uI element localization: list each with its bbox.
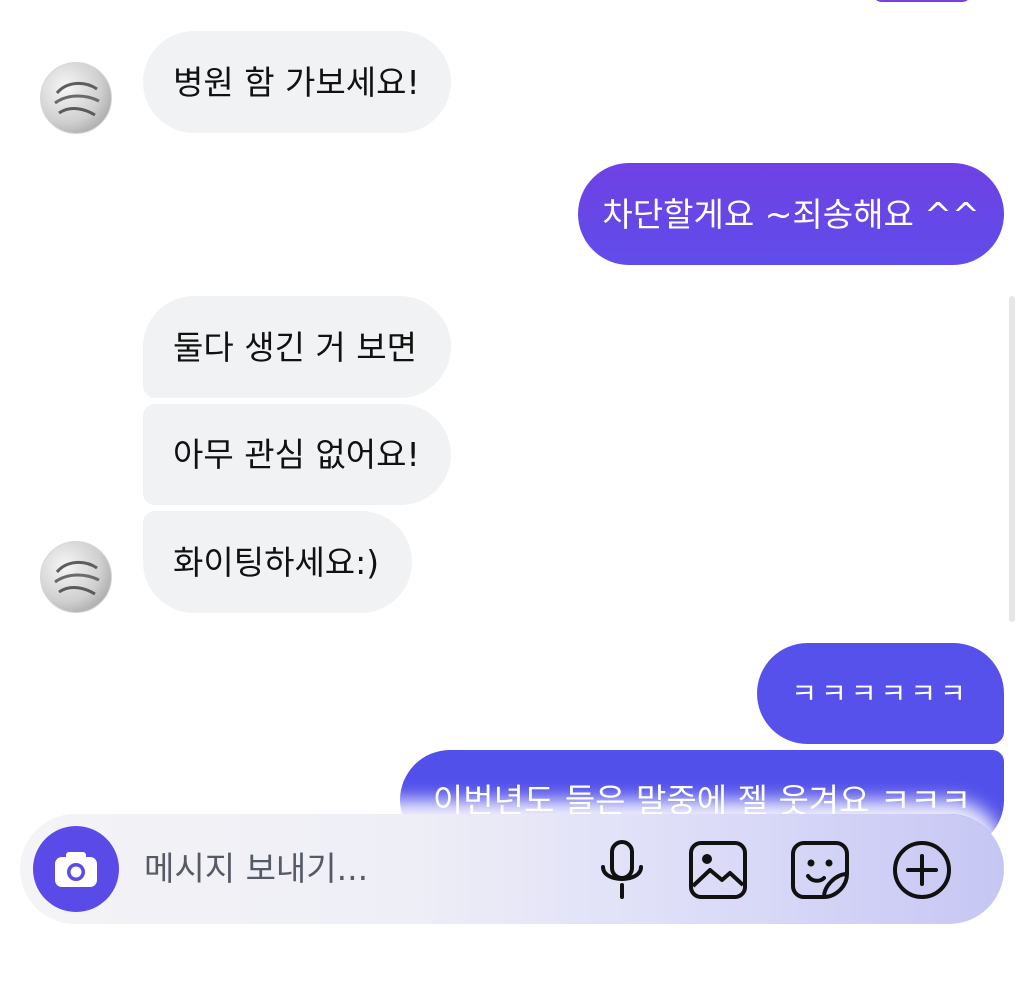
microphone-icon: [601, 840, 643, 899]
message-bubble-outgoing[interactable]: ㅋㅋㅋㅋㅋㅋ: [757, 643, 1004, 744]
add-button[interactable]: [890, 838, 954, 902]
avatar-image-icon: [54, 82, 100, 117]
message-bubble-incoming[interactable]: 병원 함 가보세요!: [143, 31, 451, 133]
microphone-button[interactable]: [590, 838, 654, 902]
previous-message-edge: [872, 0, 972, 2]
message-bubble-incoming[interactable]: 화이팅하세요:): [143, 511, 412, 613]
camera-button[interactable]: [33, 826, 119, 912]
message-bubble-outgoing[interactable]: 차단할게요 ~죄송해요 ^^: [578, 163, 1004, 265]
message-bubble-incoming[interactable]: 아무 관심 없어요!: [143, 404, 451, 505]
contact-avatar[interactable]: [40, 541, 112, 613]
message-input[interactable]: 메시지 보내기...: [144, 849, 368, 889]
avatar-image-icon: [54, 561, 100, 596]
message-composer: 메시지 보내기...: [20, 814, 1004, 924]
scrollbar[interactable]: [1009, 296, 1015, 622]
image-icon: [689, 841, 747, 899]
sticker-icon: [791, 841, 849, 899]
image-button[interactable]: [686, 838, 750, 902]
contact-avatar[interactable]: [40, 62, 112, 134]
message-bubble-incoming[interactable]: 둘다 생긴 거 보면: [143, 296, 451, 398]
sticker-button[interactable]: [788, 838, 852, 902]
camera-icon: [55, 852, 97, 887]
add-icon: [893, 841, 951, 899]
